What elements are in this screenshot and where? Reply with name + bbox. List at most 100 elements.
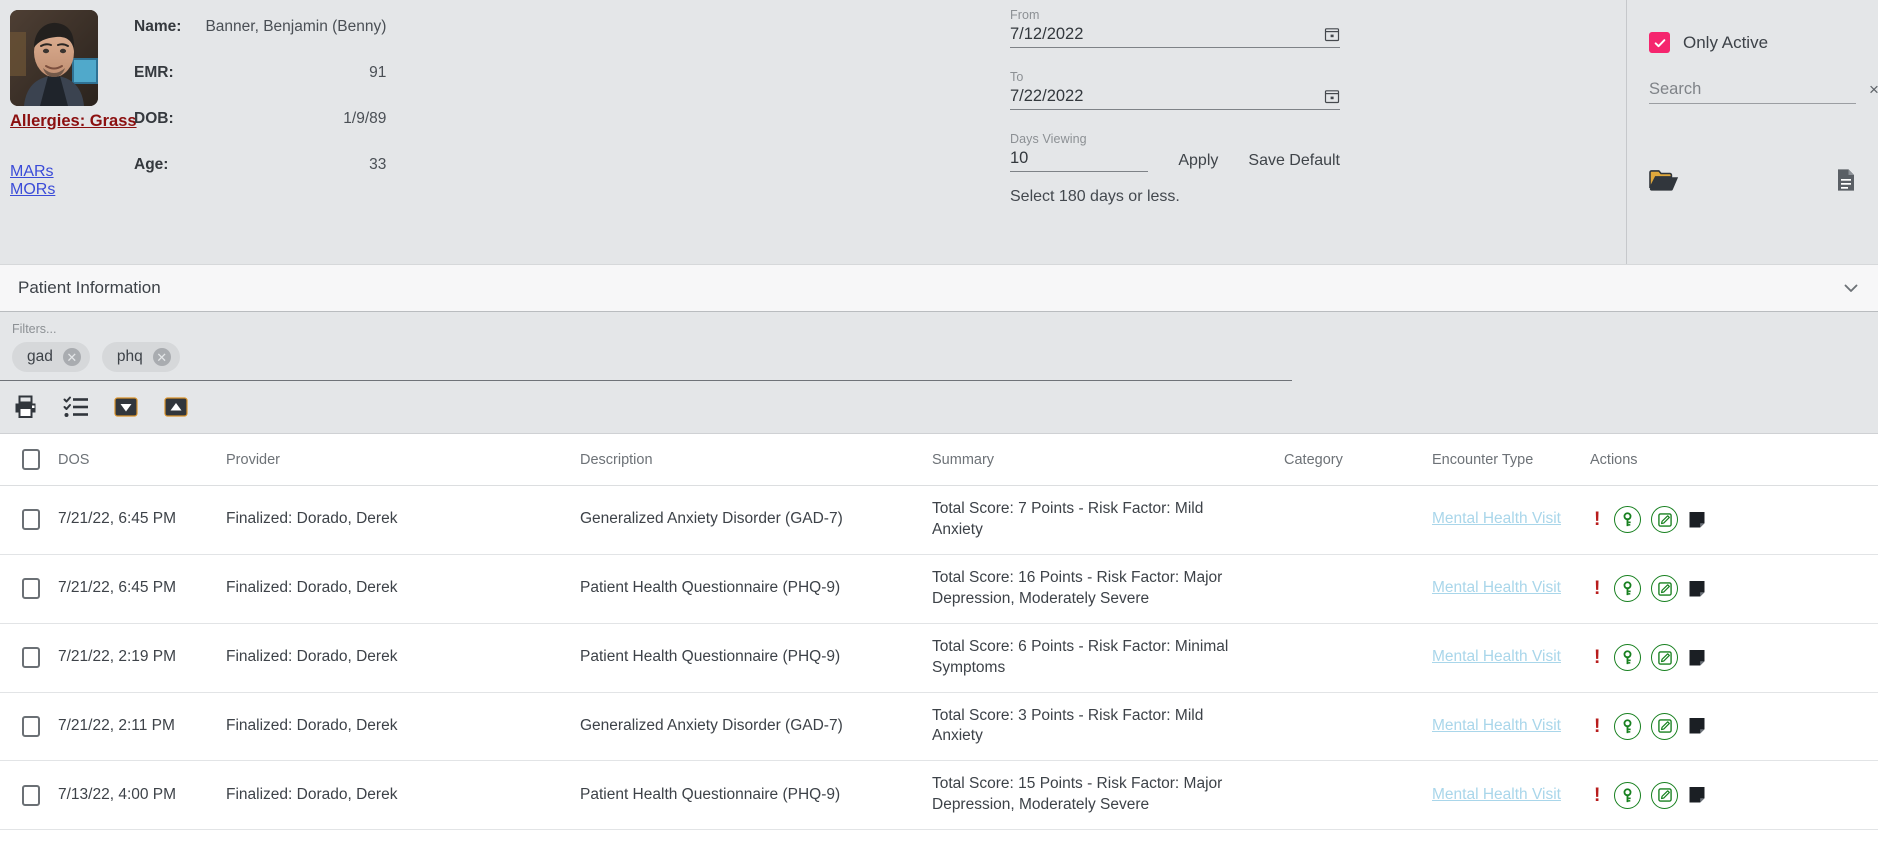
calendar-icon[interactable] xyxy=(1324,88,1340,104)
demographic-label: Name: xyxy=(134,15,181,61)
filter-chip-label: gad xyxy=(27,348,53,366)
row-checkbox[interactable] xyxy=(22,509,40,530)
table-toolbar xyxy=(0,381,1878,433)
open-folder-icon[interactable] xyxy=(1649,168,1679,197)
row-checkbox[interactable] xyxy=(22,716,40,737)
remove-filter-icon[interactable]: ✕ xyxy=(63,348,81,366)
search-input[interactable] xyxy=(1649,80,1869,99)
row-checkbox[interactable] xyxy=(22,647,40,668)
search-field[interactable]: × xyxy=(1649,80,1856,104)
key-icon[interactable] xyxy=(1614,644,1641,671)
expand-all-icon[interactable] xyxy=(162,393,190,421)
cell-dos: 7/21/22, 6:45 PM xyxy=(58,554,226,623)
table-row[interactable]: 7/13/22, 4:00 PMFinalized: Dorado, Derek… xyxy=(0,761,1878,830)
avatar xyxy=(10,10,98,106)
filter-chip[interactable]: gad ✕ xyxy=(12,342,90,372)
edit-icon[interactable] xyxy=(1651,782,1678,809)
calendar-icon[interactable] xyxy=(1324,26,1340,42)
save-default-button[interactable]: Save Default xyxy=(1248,152,1340,172)
key-icon[interactable] xyxy=(1614,575,1641,602)
filters-zone: Filters... gad ✕ phq ✕ xyxy=(0,312,1878,433)
cell-summary: Total Score: 9 Points - Risk Factor: Mil… xyxy=(932,830,1284,841)
from-date-value[interactable]: 7/12/2022 xyxy=(1010,25,1324,43)
demographic-value: 33 xyxy=(181,153,386,199)
cell-actions: ! xyxy=(1590,830,1878,841)
row-checkbox[interactable] xyxy=(22,785,40,806)
to-date-field[interactable]: To 7/22/2022 xyxy=(1010,70,1340,110)
key-icon[interactable] xyxy=(1614,506,1641,533)
cell-summary: Total Score: 6 Points - Risk Factor: Min… xyxy=(932,623,1284,692)
header-bar: Allergies: Grass MARs MORs Name: Banner,… xyxy=(0,0,1878,264)
column-header-description[interactable]: Description xyxy=(580,434,932,486)
document-icon[interactable] xyxy=(1836,168,1856,197)
cell-provider: Finalized: Dorado, Derek xyxy=(226,554,580,623)
mars-mors-link[interactable]: MARs MORs xyxy=(10,163,102,199)
edit-icon[interactable] xyxy=(1651,575,1678,602)
chevron-down-icon[interactable] xyxy=(1842,279,1860,297)
select-all-checkbox[interactable] xyxy=(22,449,40,470)
clear-search-icon[interactable]: × xyxy=(1869,81,1878,99)
encounter-type-link[interactable]: Mental Health Visit xyxy=(1432,510,1561,527)
only-active-label: Only Active xyxy=(1683,33,1768,53)
table-row[interactable]: 7/21/22, 2:11 PMFinalized: Dorado, Derek… xyxy=(0,692,1878,761)
column-header-provider[interactable]: Provider xyxy=(226,434,580,486)
column-header-encounter-type[interactable]: Encounter Type xyxy=(1432,434,1590,486)
alert-icon[interactable]: ! xyxy=(1590,786,1604,805)
only-active-checkbox[interactable] xyxy=(1649,32,1670,53)
cell-description: Patient Health Questionnaire (PHQ-9) xyxy=(580,623,932,692)
encounter-type-link[interactable]: Mental Health Visit xyxy=(1432,717,1561,734)
column-header-dos[interactable]: DOS xyxy=(58,434,226,486)
cell-description: Generalized Anxiety Disorder (GAD-7) xyxy=(580,830,932,841)
cell-encounter-type: Mental Health Visit xyxy=(1432,761,1590,830)
edit-icon[interactable] xyxy=(1651,644,1678,671)
edit-icon[interactable] xyxy=(1651,713,1678,740)
alert-icon[interactable]: ! xyxy=(1590,648,1604,667)
collapse-all-icon[interactable] xyxy=(112,393,140,421)
demographic-value: 91 xyxy=(181,61,386,107)
patient-information-section-header[interactable]: Patient Information xyxy=(0,264,1878,312)
print-icon[interactable] xyxy=(12,393,40,421)
apply-button[interactable]: Apply xyxy=(1178,152,1218,172)
demographic-label: DOB: xyxy=(134,107,181,153)
row-checkbox[interactable] xyxy=(22,578,40,599)
note-icon[interactable] xyxy=(1688,649,1706,667)
encounter-type-link[interactable]: Mental Health Visit xyxy=(1432,786,1561,803)
only-active-row[interactable]: Only Active xyxy=(1649,32,1856,53)
to-date-value[interactable]: 7/22/2022 xyxy=(1010,87,1324,105)
note-icon[interactable] xyxy=(1688,580,1706,598)
alert-icon[interactable]: ! xyxy=(1590,510,1604,529)
alert-icon[interactable]: ! xyxy=(1590,717,1604,736)
from-date-field[interactable]: From 7/12/2022 xyxy=(1010,8,1340,48)
filter-chip[interactable]: phq ✕ xyxy=(102,342,180,372)
alert-icon[interactable]: ! xyxy=(1590,579,1604,598)
row-select-cell xyxy=(0,554,58,623)
edit-icon[interactable] xyxy=(1651,506,1678,533)
key-icon[interactable] xyxy=(1614,782,1641,809)
cell-encounter-type: Mental Health Visit xyxy=(1432,486,1590,555)
encounter-type-link[interactable]: Mental Health Visit xyxy=(1432,648,1561,665)
checklist-icon[interactable] xyxy=(62,393,90,421)
date-range-hint: Select 180 days or less. xyxy=(1010,188,1340,206)
days-viewing-value[interactable]: 10 xyxy=(1010,149,1148,167)
column-header-category[interactable]: Category xyxy=(1284,434,1432,486)
note-icon[interactable] xyxy=(1688,786,1706,804)
table-row[interactable]: 7/21/22, 2:19 PMFinalized: Dorado, Derek… xyxy=(0,623,1878,692)
table-row[interactable]: 7/21/22, 6:45 PMFinalized: Dorado, Derek… xyxy=(0,486,1878,555)
column-header-summary[interactable]: Summary xyxy=(932,434,1284,486)
encounter-type-link[interactable]: Mental Health Visit xyxy=(1432,579,1561,596)
cell-provider: Finalized: Dorado, Derek xyxy=(226,830,580,841)
days-viewing-field[interactable]: Days Viewing 10 Apply Save Default Selec… xyxy=(1010,132,1340,206)
table-header-row: DOS Provider Description Summary Categor… xyxy=(0,434,1878,486)
key-icon[interactable] xyxy=(1614,713,1641,740)
note-icon[interactable] xyxy=(1688,511,1706,529)
note-icon[interactable] xyxy=(1688,717,1706,735)
table-row[interactable]: 7/21/22, 6:45 PMFinalized: Dorado, Derek… xyxy=(0,554,1878,623)
row-select-cell xyxy=(0,830,58,841)
panel-icon-row xyxy=(1649,168,1856,197)
cell-summary: Total Score: 16 Points - Risk Factor: Ma… xyxy=(932,554,1284,623)
row-select-cell xyxy=(0,486,58,555)
remove-filter-icon[interactable]: ✕ xyxy=(153,348,171,366)
allergies-link[interactable]: Allergies: Grass xyxy=(10,112,102,131)
table-row[interactable]: 7/13/22, 4:00 PMFinalized: Dorado, Derek… xyxy=(0,830,1878,841)
demographic-row: Name: Banner, Benjamin (Benny) xyxy=(134,15,386,61)
